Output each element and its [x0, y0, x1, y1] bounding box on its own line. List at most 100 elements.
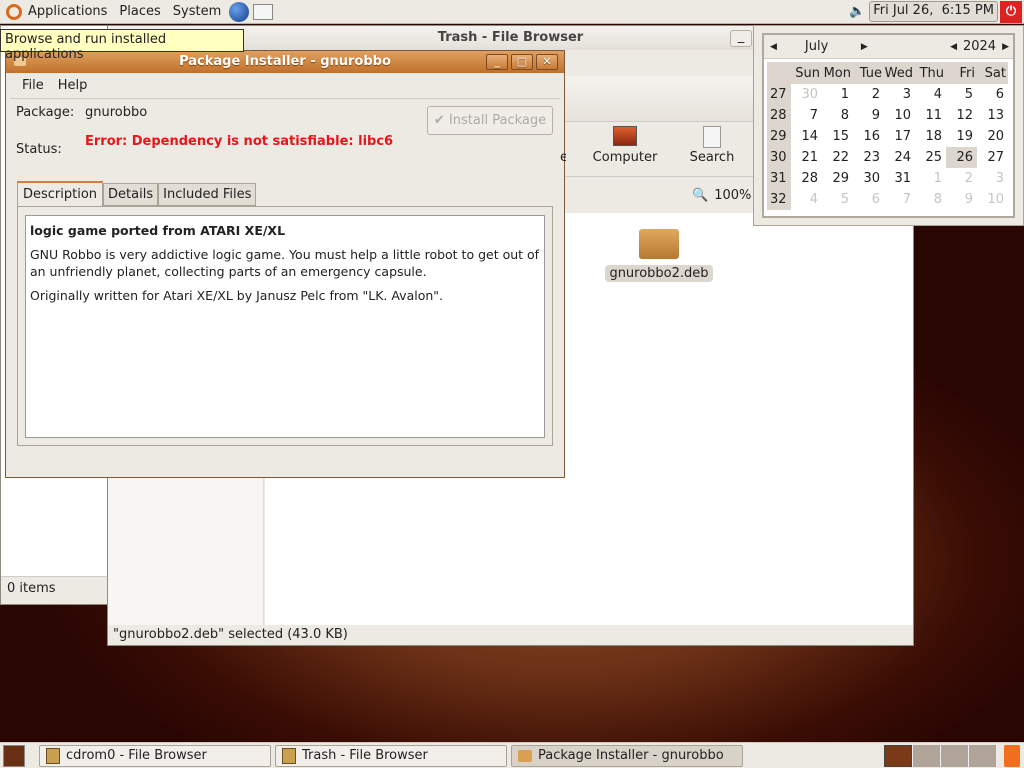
ubuntu-logo-icon[interactable] — [6, 3, 22, 20]
week-number: 30 — [767, 147, 791, 168]
taskbar-item-package-installer[interactable]: Package Installer - gnurobbo — [511, 744, 743, 767]
week-row: 32 4 5 6 7 8 9 10 — [767, 189, 1008, 210]
help-menu[interactable]: Help — [58, 78, 88, 93]
package-name: gnurobbo — [85, 105, 148, 120]
day-cell[interactable]: 11 — [915, 105, 946, 126]
day-cell[interactable]: 21 — [791, 147, 822, 168]
day-cell[interactable]: 3 — [977, 168, 1008, 189]
trash-icon[interactable] — [1004, 744, 1020, 767]
shutdown-icon[interactable]: ⏻ — [1000, 0, 1022, 23]
day-cell[interactable]: 31 — [884, 168, 915, 189]
minimize-button[interactable]: _ — [486, 54, 508, 70]
day-cell[interactable]: 9 — [946, 189, 977, 210]
day-cell[interactable]: 4 — [791, 189, 822, 210]
day-cell[interactable]: 25 — [915, 147, 946, 168]
day-cell[interactable]: 10 — [884, 105, 915, 126]
day-cell[interactable]: 20 — [977, 126, 1008, 147]
day-cell[interactable]: 24 — [884, 147, 915, 168]
day-cell[interactable]: 15 — [822, 126, 853, 147]
day-cell[interactable]: 14 — [791, 126, 822, 147]
day-cell[interactable]: 8 — [822, 105, 853, 126]
day-cell[interactable]: 2 — [946, 168, 977, 189]
tab-details[interactable]: Details — [103, 183, 159, 206]
workspace-switcher[interactable] — [884, 744, 996, 767]
day-cell[interactable]: 7 — [791, 105, 822, 126]
day-cell[interactable]: 13 — [977, 105, 1008, 126]
applications-menu[interactable]: Applications — [22, 4, 113, 19]
workspace-4[interactable] — [968, 744, 996, 767]
day-cell[interactable]: 29 — [822, 168, 853, 189]
day-cell[interactable]: 27 — [977, 147, 1008, 168]
week-number: 28 — [767, 105, 791, 126]
search-button[interactable]: Search — [682, 126, 742, 165]
mail-icon[interactable] — [253, 3, 274, 20]
day-cell[interactable]: 16 — [853, 126, 884, 147]
description-paragraph: Originally written for Atari XE/XL by Ja… — [30, 288, 444, 303]
weekday-label: Thu — [915, 62, 946, 84]
day-cell[interactable]: 10 — [977, 189, 1008, 210]
week-row: 28 7 8 9 10 11 12 13 — [767, 105, 1008, 126]
workspace-1[interactable] — [884, 744, 912, 767]
week-row: 31 28 29 30 31 1 2 3 — [767, 168, 1008, 189]
day-cell[interactable]: 23 — [853, 147, 884, 168]
day-cell[interactable]: 4 — [915, 84, 946, 105]
day-cell[interactable]: 26 — [946, 147, 977, 168]
day-cell[interactable]: 28 — [791, 168, 822, 189]
web-browser-icon[interactable] — [229, 1, 250, 22]
zoom-out-icon[interactable]: 🔍 — [692, 188, 708, 203]
partial-toolbar-label: e — [560, 150, 566, 165]
next-year-button[interactable]: ▶ — [1002, 42, 1009, 52]
day-cell[interactable]: 5 — [946, 84, 977, 105]
day-cell[interactable]: 19 — [946, 126, 977, 147]
workspace-3[interactable] — [940, 744, 968, 767]
prev-month-button[interactable]: ◀ — [770, 42, 777, 52]
week-row: 27 30 1 2 3 4 5 6 — [767, 84, 1008, 105]
week-row: 30 21 22 23 24 25 26 27 — [767, 147, 1008, 168]
day-cell[interactable]: 17 — [884, 126, 915, 147]
week-number: 32 — [767, 189, 791, 210]
minimize-button[interactable]: _ — [730, 30, 752, 47]
install-package-button[interactable]: ✔ Install Package — [427, 106, 553, 135]
day-cell[interactable]: 30 — [791, 84, 822, 105]
day-cell[interactable]: 8 — [915, 189, 946, 210]
package-icon — [518, 749, 532, 762]
clock[interactable]: Fri Jul 26, 6:15 PM — [869, 1, 998, 22]
next-month-button[interactable]: ▶ — [861, 42, 868, 52]
title-bar[interactable]: Package Installer - gnurobbo _ □ ✕ — [6, 51, 564, 73]
taskbar-item-trash[interactable]: Trash - File Browser — [275, 744, 507, 767]
day-cell[interactable]: 3 — [884, 84, 915, 105]
show-desktop-button[interactable] — [3, 744, 25, 767]
taskbar-item-cdrom0[interactable]: cdrom0 - File Browser — [39, 744, 271, 767]
weekday-label: Tue — [853, 62, 884, 84]
day-cell[interactable]: 30 — [853, 168, 884, 189]
day-cell[interactable]: 6 — [977, 84, 1008, 105]
day-cell[interactable]: 1 — [822, 84, 853, 105]
day-cell[interactable]: 9 — [853, 105, 884, 126]
maximize-button[interactable]: □ — [511, 54, 533, 70]
prev-year-button[interactable]: ◀ — [950, 42, 957, 52]
file-menu[interactable]: File — [22, 78, 44, 93]
computer-button[interactable]: Computer — [588, 126, 662, 165]
day-cell[interactable]: 18 — [915, 126, 946, 147]
day-cell[interactable]: 12 — [946, 105, 977, 126]
tab-included-files[interactable]: Included Files — [158, 183, 257, 206]
system-menu[interactable]: System — [167, 4, 227, 19]
day-cell[interactable]: 22 — [822, 147, 853, 168]
day-cell[interactable]: 1 — [915, 168, 946, 189]
tabs: Description Details Included Files — [17, 181, 257, 206]
day-cell[interactable]: 2 — [853, 84, 884, 105]
volume-icon[interactable]: 🔈 — [849, 4, 865, 19]
day-cell[interactable]: 7 — [884, 189, 915, 210]
places-menu[interactable]: Places — [113, 4, 166, 19]
tab-description[interactable]: Description — [17, 181, 104, 206]
day-cell[interactable]: 5 — [822, 189, 853, 210]
weekday-label: Sun — [791, 62, 822, 84]
close-button[interactable]: ✕ — [536, 54, 558, 70]
file-item[interactable]: gnurobbo2.deb — [605, 229, 713, 282]
workspace-2[interactable] — [912, 744, 940, 767]
day-cell[interactable]: 6 — [853, 189, 884, 210]
weekday-label: Mon — [822, 62, 853, 84]
description-box: logic game ported from ATARI XE/XL GNU R… — [25, 215, 545, 438]
zoom-control[interactable]: 🔍 100% — [692, 188, 751, 203]
year-label: 2024 — [962, 39, 997, 54]
